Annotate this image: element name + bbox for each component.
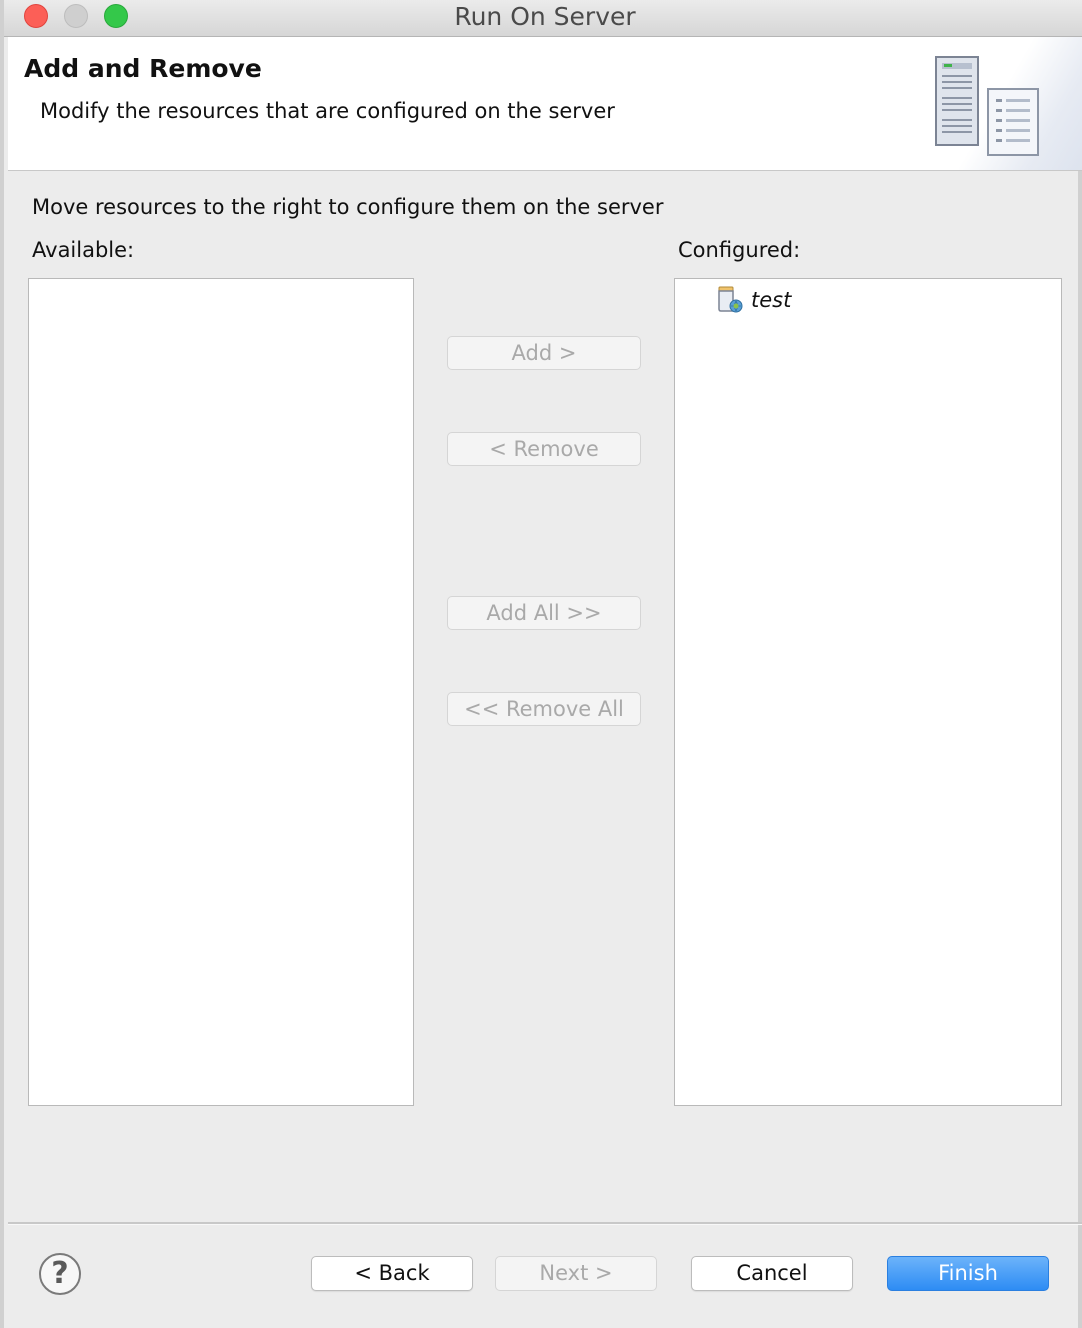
back-button[interactable]: < Back [311,1256,473,1291]
footer-separator [8,1222,1082,1225]
title-bar: Run On Server [4,0,1082,37]
configured-list[interactable]: test [674,278,1062,1106]
list-item[interactable]: test [717,283,791,317]
cancel-button[interactable]: Cancel [691,1256,853,1291]
page-title: Add and Remove [24,54,262,83]
finish-button[interactable]: Finish [887,1256,1049,1291]
instruction-text: Move resources to the right to configure… [32,195,664,219]
page-description: Modify the resources that are configured… [40,99,615,123]
available-list[interactable] [28,278,414,1106]
wizard-header: Add and Remove Modify the resources that… [8,37,1082,171]
remove-all-button[interactable]: << Remove All [447,692,641,726]
run-on-server-dialog: Run On Server Add and Remove Modify the … [0,0,1082,1328]
next-button[interactable]: Next > [495,1256,657,1291]
window-title: Run On Server [454,2,636,31]
server-wizard-icon [932,37,1082,170]
add-button[interactable]: Add > [447,336,641,370]
available-label: Available: [32,238,135,262]
web-project-icon [717,285,745,315]
remove-button[interactable]: < Remove [447,432,641,466]
help-icon[interactable]: ? [39,1253,81,1295]
add-all-button[interactable]: Add All >> [447,596,641,630]
list-item-label: test [751,288,792,312]
configured-label: Configured: [678,238,801,262]
